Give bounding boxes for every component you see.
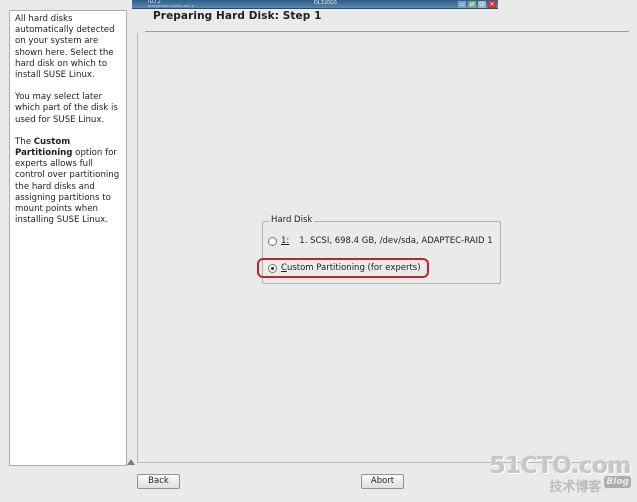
help-paragraph-3: The Custom Partitioning option for exper… bbox=[15, 136, 120, 226]
watermark-subtitle: 技术博客 bbox=[549, 480, 602, 495]
help-paragraph-2: You may select later which part of the d… bbox=[15, 92, 118, 125]
monitor-icon[interactable]: ▭ bbox=[458, 0, 466, 8]
host-name: DL320G5 bbox=[314, 0, 338, 6]
title-divider bbox=[145, 31, 629, 32]
watermark-site: 51CTO.com bbox=[489, 453, 632, 479]
back-button[interactable]: Back bbox=[137, 474, 180, 489]
red-highlight-annotation bbox=[257, 258, 429, 278]
radio-disk-sda[interactable] bbox=[268, 236, 277, 246]
close-icon[interactable]: ✕ bbox=[488, 0, 496, 8]
disk-option-key: 1: bbox=[281, 236, 290, 246]
network-icon[interactable]: ⇄ bbox=[468, 0, 476, 8]
watermark-blog-badge: Blog bbox=[604, 476, 631, 488]
remote-console-bar: ILO 2 INTEGRATED LIGHTS-OUT 2 DL320G5 ▭ … bbox=[132, 0, 498, 9]
power-icon[interactable]: ⏻ bbox=[478, 0, 486, 8]
ilo-subtitle: INTEGRATED LIGHTS-OUT 2 bbox=[148, 4, 194, 8]
page-title: Preparing Hard Disk: Step 1 bbox=[153, 10, 322, 22]
disk-option-sda[interactable]: 1: 1. SCSI, 698.4 GB, /dev/sda, ADAPTEC-… bbox=[268, 236, 493, 246]
hard-disk-group-label: Hard Disk bbox=[269, 215, 315, 225]
help-paragraph-1: All hard disks automatically detected on… bbox=[15, 14, 115, 81]
abort-button[interactable]: Abort bbox=[361, 474, 404, 489]
disk-option-label: 1. SCSI, 698.4 GB, /dev/sda, ADAPTEC-RAI… bbox=[299, 236, 493, 246]
watermark: 51CTO.com 技术博客 Blog bbox=[489, 453, 632, 495]
panel-resize-arrow-icon[interactable] bbox=[127, 459, 135, 465]
help-panel: All hard disks automatically detected on… bbox=[9, 10, 127, 466]
console-tray: ▭ ⇄ ⏻ ✕ bbox=[458, 0, 496, 8]
